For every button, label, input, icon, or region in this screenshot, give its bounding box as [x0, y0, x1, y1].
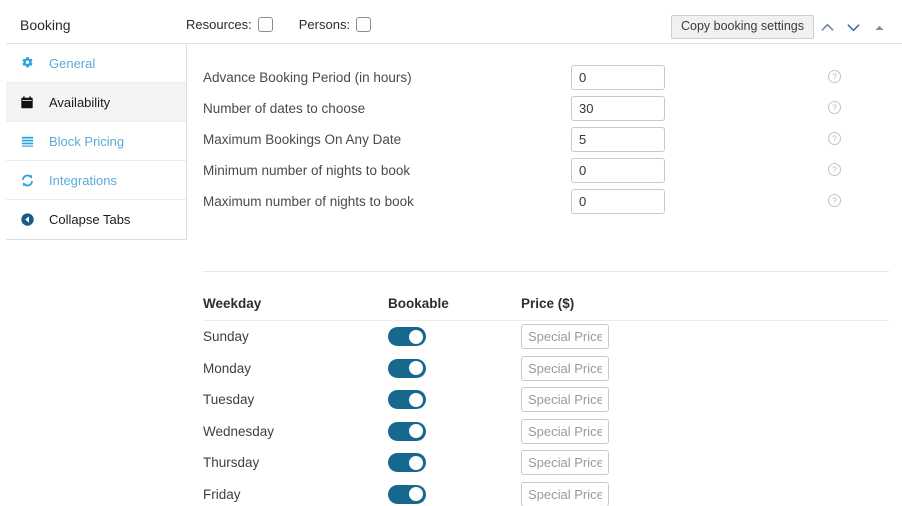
special-price-input[interactable] — [521, 324, 609, 350]
page-title: Booking — [20, 17, 71, 33]
column-header-bookable: Bookable — [388, 295, 449, 311]
sidebar-item-label: Integrations — [49, 172, 117, 188]
sidebar-item-block-pricing[interactable]: Block Pricing — [6, 122, 186, 161]
svg-text:?: ? — [832, 103, 837, 112]
svg-text:?: ? — [832, 134, 837, 143]
copy-booking-settings-button[interactable]: Copy booking settings — [671, 14, 814, 40]
weekday-name: Tuesday — [203, 392, 255, 408]
persons-checkbox[interactable] — [356, 17, 372, 32]
column-header-weekday: Weekday — [203, 295, 262, 311]
resources-checkbox[interactable] — [257, 17, 273, 32]
number-of-dates-input[interactable] — [571, 96, 665, 121]
sidebar-item-integrations[interactable]: Integrations — [6, 161, 186, 200]
gear-icon — [20, 56, 40, 71]
chevron-up-icon[interactable] — [814, 14, 840, 40]
sidebar-item-label: Block Pricing — [49, 133, 125, 149]
weekday-name: Sunday — [203, 329, 249, 345]
field-label: Maximum Bookings On Any Date — [203, 132, 402, 147]
column-header-price: Price ($) — [521, 295, 575, 311]
bookable-toggle[interactable] — [388, 327, 426, 347]
field-label: Advance Booking Period (in hours) — [203, 70, 412, 85]
settings-sidebar: General Availability Block Pricing Integ… — [6, 44, 187, 240]
bookable-toggle[interactable] — [388, 453, 426, 473]
bookable-toggle[interactable] — [388, 358, 426, 378]
weekday-name: Friday — [203, 486, 241, 502]
table-row: Thursday — [203, 447, 889, 479]
table-row: Tuesday — [203, 384, 889, 416]
toggle-knob — [409, 424, 423, 439]
field-label: Number of dates to choose — [203, 101, 366, 116]
maximum-bookings-input[interactable] — [571, 127, 665, 152]
help-icon[interactable]: ? — [827, 193, 842, 211]
special-price-input[interactable] — [521, 355, 609, 381]
chevron-down-icon[interactable] — [840, 14, 866, 40]
bookable-toggle[interactable] — [388, 421, 426, 441]
persons-checkbox-group[interactable]: Persons: — [298, 17, 372, 32]
sidebar-item-label: Availability — [49, 94, 111, 110]
weekday-name: Thursday — [203, 455, 260, 471]
weekday-name: Wednesday — [203, 423, 275, 439]
sidebar-item-general[interactable]: General — [6, 44, 186, 83]
form-row-maximum-nights: Maximum number of nights to book ? — [203, 186, 883, 217]
svg-text:?: ? — [832, 196, 837, 205]
bookable-toggle[interactable] — [388, 390, 426, 410]
toggle-knob — [409, 392, 423, 407]
svg-text:?: ? — [832, 72, 837, 81]
sidebar-item-availability[interactable]: Availability — [6, 83, 186, 122]
table-row: Sunday — [203, 321, 889, 353]
help-icon[interactable]: ? — [827, 100, 842, 118]
toggle-knob — [409, 361, 423, 376]
weekday-availability-table: Weekday Bookable Price ($) Sunday Monday… — [203, 290, 889, 506]
form-row-maximum-bookings: Maximum Bookings On Any Date ? — [203, 124, 883, 155]
toggle-knob — [409, 329, 423, 344]
bookable-toggle[interactable] — [388, 484, 426, 504]
toggle-knob — [409, 487, 423, 502]
svg-text:?: ? — [832, 165, 837, 174]
special-price-input[interactable] — [521, 450, 609, 476]
help-icon[interactable]: ? — [827, 69, 842, 87]
toolbar-checkbox-group: Resources: Persons: — [186, 17, 372, 32]
section-divider — [203, 271, 889, 272]
booking-settings-form: Advance Booking Period (in hours) ? Numb… — [203, 62, 883, 217]
toggle-knob — [409, 455, 423, 470]
sidebar-item-label: General — [49, 55, 96, 71]
maximum-nights-input[interactable] — [571, 189, 665, 214]
sidebar-item-collapse-tabs[interactable]: Collapse Tabs — [6, 200, 186, 239]
toolbar-actions: Copy booking settings — [671, 14, 892, 40]
circle-arrow-left-icon — [20, 212, 40, 227]
form-row-number-of-dates: Number of dates to choose ? — [203, 93, 883, 124]
booking-settings-window: Booking Resources: Persons: Copy booking… — [0, 0, 902, 506]
form-row-minimum-nights: Minimum number of nights to book ? — [203, 155, 883, 186]
weekday-name: Monday — [203, 360, 252, 376]
persons-label: Persons: — [298, 17, 351, 32]
help-icon[interactable]: ? — [827, 162, 842, 180]
table-row: Monday — [203, 353, 889, 385]
special-price-input[interactable] — [521, 418, 609, 444]
minimum-nights-input[interactable] — [571, 158, 665, 183]
field-label: Maximum number of nights to book — [203, 194, 414, 209]
list-icon — [20, 134, 40, 149]
form-row-advance-booking-period: Advance Booking Period (in hours) ? — [203, 62, 883, 93]
resources-checkbox-group[interactable]: Resources: — [186, 17, 273, 32]
table-row: Friday — [203, 479, 889, 506]
special-price-input[interactable] — [521, 481, 609, 506]
calendar-icon — [20, 95, 40, 110]
resources-label: Resources: — [186, 17, 252, 32]
advance-booking-period-input[interactable] — [571, 65, 665, 90]
sidebar-item-label: Collapse Tabs — [49, 212, 131, 227]
table-row: Wednesday — [203, 416, 889, 448]
help-icon[interactable]: ? — [827, 131, 842, 149]
sync-icon — [20, 173, 40, 188]
field-label: Minimum number of nights to book — [203, 163, 411, 178]
top-toolbar: Booking Resources: Persons: Copy booking… — [6, 6, 902, 44]
special-price-input[interactable] — [521, 387, 609, 413]
availability-panel: Advance Booking Period (in hours) ? Numb… — [188, 44, 902, 506]
table-header-row: Weekday Bookable Price ($) — [203, 290, 889, 321]
triangle-up-icon[interactable] — [866, 14, 892, 40]
